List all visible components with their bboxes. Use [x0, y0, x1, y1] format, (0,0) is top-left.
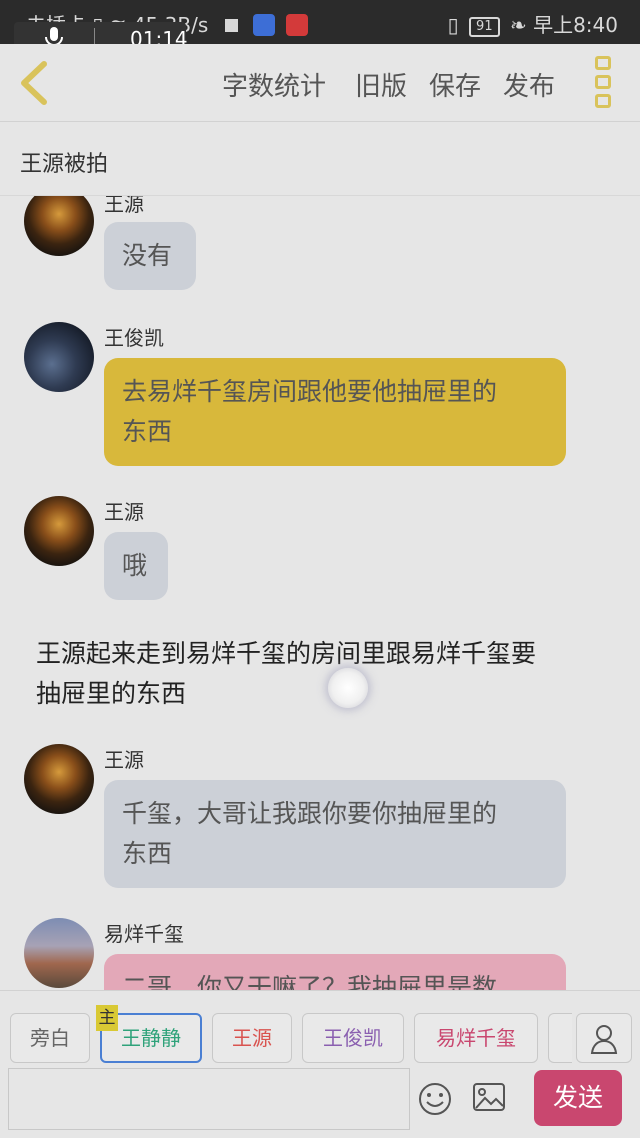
message-text: 哦	[122, 551, 148, 580]
message-input[interactable]	[8, 1068, 410, 1130]
status-right: ▯ 91 ❧ 早上8:40	[448, 9, 618, 38]
chevron-left-icon[interactable]	[14, 58, 54, 108]
message-bubble[interactable]: 没有	[104, 222, 196, 290]
role-yi-yangqianxi[interactable]: 易烊千玺	[414, 1013, 538, 1063]
avatar[interactable]	[24, 196, 94, 256]
emoji-icon[interactable]	[418, 1082, 452, 1116]
old-version-button[interactable]: 旧版	[355, 66, 407, 103]
narration-line: 王源起来走到易烊千玺的房间里跟易烊千玺要	[36, 639, 537, 668]
role-selector: 旁白 王静静 主 王源 王俊凯 易烊千玺	[0, 990, 640, 1066]
more-vertical-icon[interactable]	[595, 56, 613, 108]
speaker-name: 易烊千玺	[104, 922, 184, 946]
message-bubble[interactable]: 哦	[104, 532, 168, 600]
host-badge: 主	[96, 1005, 118, 1031]
message-bubble[interactable]: 二哥，你又干嘛了？我抽屉里是数	[104, 954, 566, 990]
clock-text: 早上8:40	[533, 13, 618, 37]
story-title: 王源被拍	[20, 152, 109, 177]
message-bubble[interactable]: 去易烊千玺房间跟他要他抽屉里的 东西	[104, 358, 566, 466]
video-app-icon	[286, 14, 309, 36]
message-line: 东西	[122, 417, 173, 446]
message-text: 二哥，你又干嘛了？我抽屉里是数	[122, 973, 498, 990]
role-label: 王俊凯	[323, 1026, 383, 1050]
avatar[interactable]	[24, 496, 94, 566]
vibrate-icon: ▯	[447, 13, 459, 37]
chat-area[interactable]: 王源 没有 王俊凯 去易烊千玺房间跟他要他抽屉里的 东西 王源 哦 王源起来走到…	[0, 196, 640, 990]
narration-line: 抽屉里的东西	[36, 679, 187, 708]
message-line: 千玺，大哥让我跟你要你抽屉里的	[122, 799, 498, 828]
avatar[interactable]	[24, 744, 94, 814]
editor-header: 字数统计 旧版 保存 发布	[0, 44, 640, 122]
avatar[interactable]	[24, 918, 94, 988]
user-icon	[590, 1025, 618, 1054]
role-label: 易烊千玺	[436, 1026, 516, 1050]
notification-square-icon	[224, 19, 238, 32]
image-icon[interactable]	[472, 1082, 506, 1112]
speaker-name: 王源	[104, 500, 144, 524]
role-label: 旁白	[30, 1026, 70, 1050]
input-bar: 发送	[0, 1066, 640, 1138]
role-label: 王静静	[121, 1026, 181, 1050]
story-title-bar[interactable]: 王源被拍	[0, 122, 640, 196]
send-button[interactable]: 发送	[534, 1070, 622, 1126]
save-button[interactable]: 保存	[429, 66, 481, 103]
message-bubble[interactable]: 千玺，大哥让我跟你要你抽屉里的 东西	[104, 780, 566, 888]
role-narrator[interactable]: 旁白	[10, 1013, 90, 1063]
speaker-name: 王俊凯	[104, 326, 164, 350]
message-line: 去易烊千玺房间跟他要他抽屉里的	[122, 377, 498, 406]
user-button[interactable]	[576, 1013, 632, 1063]
message-line: 东西	[122, 839, 173, 868]
publish-button[interactable]: 发布	[503, 66, 555, 103]
role-partial[interactable]	[548, 1013, 572, 1063]
battery-icon: 91	[469, 17, 500, 37]
role-wang-junkai[interactable]: 王俊凯	[302, 1013, 404, 1063]
touch-indicator	[328, 668, 368, 708]
leaf-icon: ❧	[509, 13, 527, 37]
baidu-app-icon	[253, 14, 275, 36]
avatar[interactable]	[24, 322, 94, 392]
role-wang-yuan[interactable]: 王源	[212, 1013, 292, 1063]
narration-block[interactable]: 王源起来走到易烊千玺的房间里跟易烊千玺要 抽屉里的东西	[36, 634, 616, 714]
role-label: 王源	[232, 1026, 272, 1050]
word-count-button[interactable]: 字数统计	[222, 66, 326, 103]
message-text: 没有	[122, 241, 173, 270]
speaker-name: 王源	[104, 196, 144, 216]
speaker-name: 王源	[104, 748, 144, 772]
